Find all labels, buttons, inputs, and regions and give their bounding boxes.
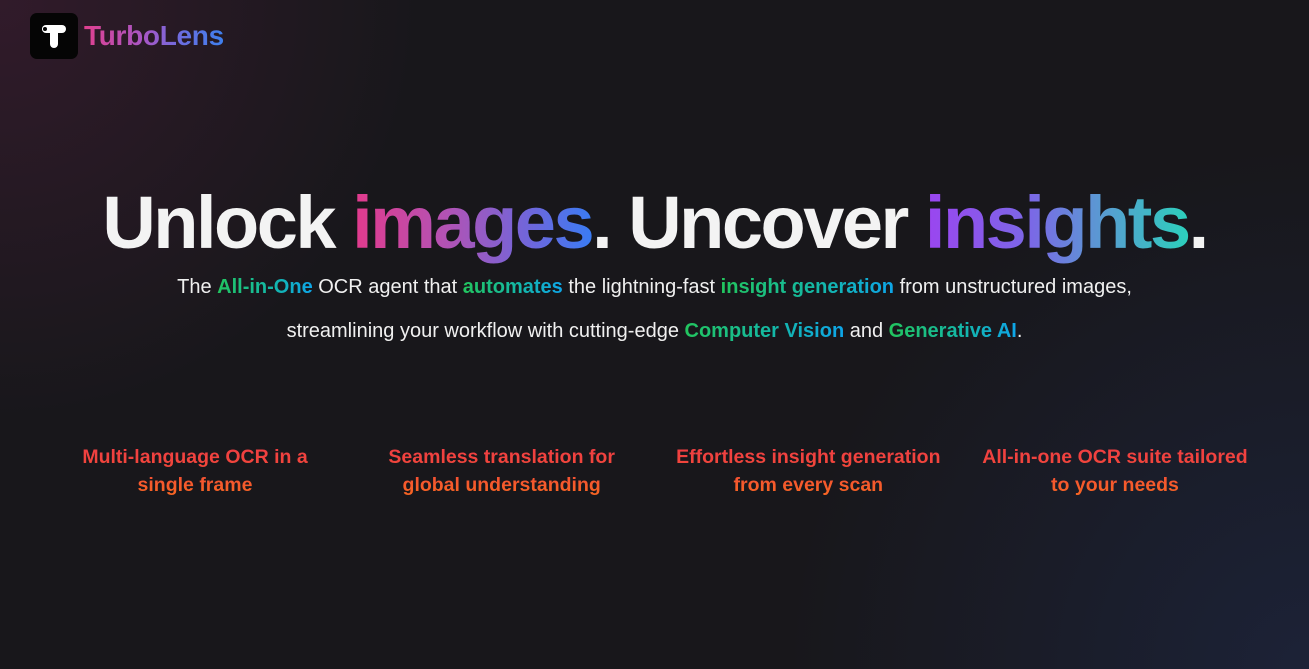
- feature-item: All-in-one OCR suite tailored to your ne…: [965, 443, 1265, 499]
- feature-list: Multi-language OCR in a single frame Sea…: [45, 443, 1265, 499]
- logo-t-dot: [42, 26, 48, 32]
- brand-name: TurboLens: [84, 20, 224, 51]
- hero-subtitle-line-1: The All-in-One OCR agent that automates …: [0, 276, 1309, 299]
- headline-text: Unlock: [102, 181, 353, 264]
- feature-item: Multi-language OCR in a single frame: [45, 443, 345, 499]
- subtitle-highlight: Generative AI: [888, 320, 1017, 342]
- brand-logo-link[interactable]: TurboLens: [30, 13, 224, 59]
- subtitle-highlight: insight generation: [720, 276, 895, 298]
- feature-line: from every scan: [733, 474, 884, 496]
- headline-highlight-images: images: [352, 181, 595, 264]
- subtitle-text: The: [177, 276, 218, 298]
- subtitle-text: and: [844, 320, 889, 342]
- subtitle-text: the lightning-fast: [562, 276, 721, 298]
- hero-headline: Unlock images. Uncover insights.: [0, 178, 1309, 268]
- logo-t-stem: [50, 27, 58, 48]
- feature-item: Effortless insight generation from every…: [658, 443, 958, 499]
- subtitle-text: .: [1016, 320, 1023, 342]
- subtitle-text: streamlining your workflow with cutting-…: [286, 320, 685, 342]
- feature-line: Multi-language OCR in a: [82, 446, 308, 468]
- subtitle-highlight: All-in-One: [217, 276, 313, 298]
- t-letter-logo-icon: [30, 13, 78, 59]
- subtitle-text: OCR agent that: [312, 276, 463, 298]
- subtitle-highlight: Computer Vision: [684, 320, 845, 342]
- hero-subtitle-line-2: streamlining your workflow with cutting-…: [0, 320, 1309, 343]
- feature-line: Seamless translation for: [388, 446, 615, 468]
- feature-line: Effortless insight generation: [676, 446, 941, 468]
- subtitle-highlight: automates: [462, 276, 563, 298]
- feature-line: to your needs: [1051, 474, 1179, 496]
- feature-line: single frame: [137, 474, 253, 496]
- headline-text: .: [1188, 181, 1210, 264]
- headline-highlight-insights: insights: [924, 181, 1191, 264]
- subtitle-text: from unstructured images,: [894, 276, 1132, 298]
- feature-line: global understanding: [402, 474, 601, 496]
- headline-text: . Uncover: [592, 181, 925, 264]
- feature-item: Seamless translation for global understa…: [352, 443, 652, 499]
- feature-line: All-in-one OCR suite tailored: [982, 446, 1248, 468]
